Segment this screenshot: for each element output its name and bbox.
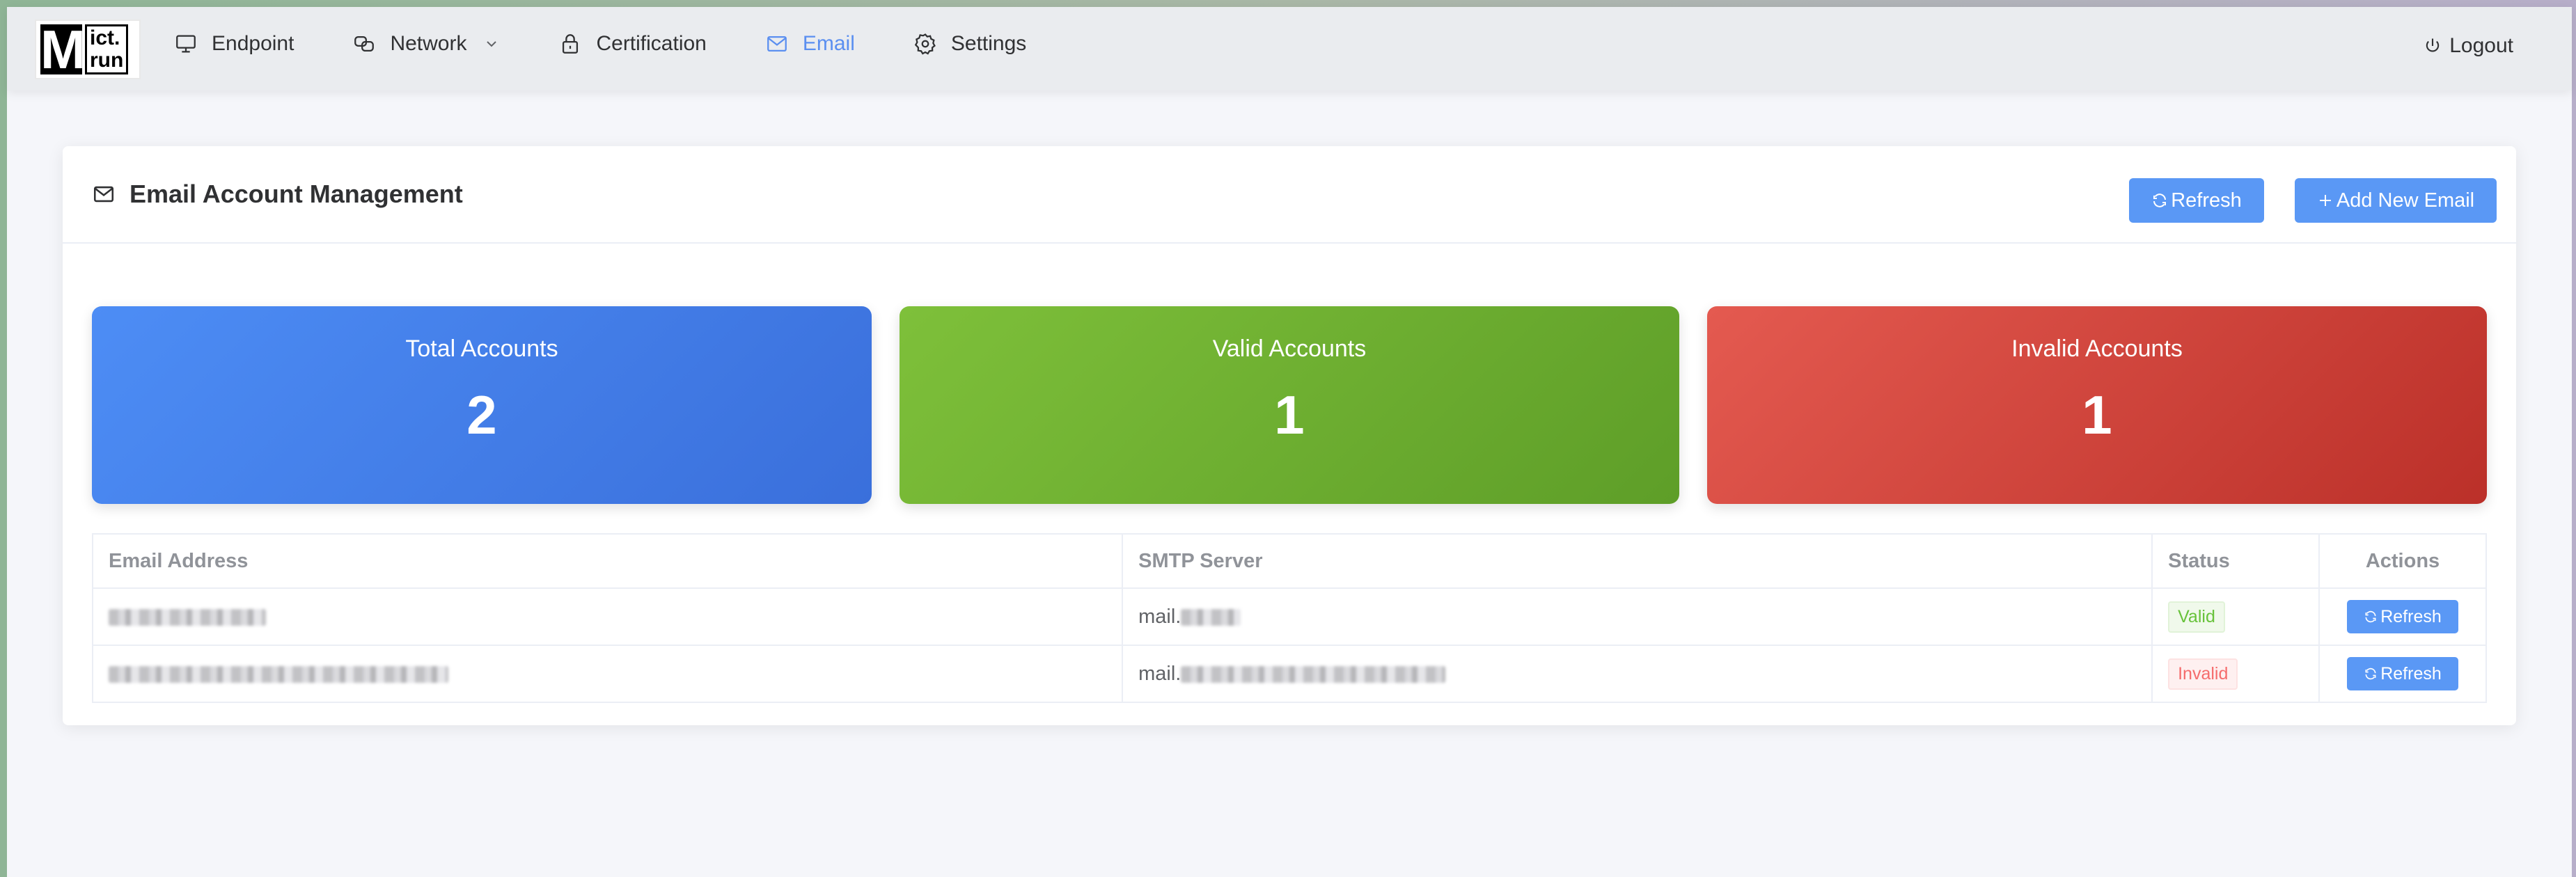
stat-value: 2: [466, 384, 497, 445]
power-icon: [2426, 38, 2440, 52]
mail-icon: [93, 186, 114, 203]
main-nav: Endpoint Network Certification Email Set…: [174, 7, 1085, 90]
network-icon: [354, 35, 375, 52]
status-cell: Valid: [2151, 587, 2320, 646]
row-refresh-button[interactable]: Refresh: [2347, 657, 2458, 690]
logout-button[interactable]: Logout: [2423, 7, 2513, 90]
table-header-row: Email Address SMTP Server Status Actions: [91, 533, 2487, 589]
logo-line-1: ict.: [90, 26, 120, 49]
refresh-label: Refresh: [2171, 189, 2242, 212]
lock-icon: [563, 34, 579, 54]
redacted-smtp: [1181, 608, 1241, 626]
table-row: mail. Valid Refresh: [91, 587, 2487, 646]
gear-icon: [914, 33, 936, 55]
add-new-email-label: Add New Email: [2336, 189, 2475, 212]
nav-item-endpoint[interactable]: Endpoint: [174, 7, 294, 90]
page-title: Email Account Management: [129, 180, 463, 208]
status-badge: Valid: [2168, 601, 2225, 633]
add-new-email-button[interactable]: Add New Email: [2295, 178, 2497, 223]
email-cell: [91, 645, 1124, 703]
smtp-cell: mail.: [1122, 587, 2153, 646]
nav-item-email[interactable]: Email: [765, 7, 855, 90]
plus-icon: [2319, 195, 2331, 206]
nav-label-endpoint: Endpoint: [212, 32, 294, 55]
stat-value: 1: [2082, 384, 2112, 445]
status-badge: Invalid: [2168, 658, 2238, 690]
stat-label: Invalid Accounts: [2011, 335, 2183, 362]
redacted-smtp: [1181, 665, 1446, 683]
column-header-email[interactable]: Email Address: [91, 533, 1124, 589]
nav-label-certification: Certification: [596, 32, 707, 55]
card-title: Email Account Management: [92, 180, 463, 209]
stat-valid-accounts: Valid Accounts 1: [900, 306, 1679, 504]
refresh-icon: [2365, 610, 2376, 623]
actions-cell: Refresh: [2318, 587, 2487, 646]
nav-item-certification[interactable]: Certification: [558, 7, 707, 90]
email-cell: [91, 587, 1124, 646]
email-management-card: Email Account Management Refresh Add New…: [63, 146, 2516, 725]
stat-label: Valid Accounts: [1212, 335, 1367, 362]
email-accounts-table: Email Address SMTP Server Status Actions…: [91, 533, 2487, 703]
app-frame: M ict. run Endpoint Network Certificatio…: [7, 7, 2572, 877]
table-row: mail. Invalid Refresh: [91, 645, 2487, 703]
redacted-email: [109, 608, 266, 626]
column-header-actions: Actions: [2318, 533, 2487, 589]
column-header-smtp[interactable]: SMTP Server: [1122, 533, 2153, 589]
stat-total-accounts: Total Accounts 2: [92, 306, 872, 504]
stat-value: 1: [1274, 384, 1305, 445]
mail-icon: [767, 35, 787, 52]
row-refresh-label: Refresh: [2380, 663, 2442, 684]
refresh-button[interactable]: Refresh: [2129, 178, 2264, 223]
chevron-down-icon: [487, 41, 497, 47]
stat-invalid-accounts: Invalid Accounts 1: [1707, 306, 2487, 504]
logo-line-2: run: [90, 49, 124, 72]
refresh-icon: [2153, 193, 2167, 207]
status-cell: Invalid: [2151, 645, 2320, 703]
row-refresh-button[interactable]: Refresh: [2347, 600, 2458, 633]
smtp-cell: mail.: [1122, 645, 2153, 703]
nav-label-email: Email: [802, 32, 855, 55]
nav-item-network[interactable]: Network: [352, 7, 500, 90]
nav-label-settings: Settings: [950, 32, 1027, 55]
nav-item-settings[interactable]: Settings: [913, 7, 1026, 90]
logout-label: Logout: [2449, 34, 2513, 57]
logo[interactable]: M ict. run: [35, 19, 141, 79]
refresh-icon: [2365, 667, 2376, 680]
stat-label: Total Accounts: [405, 335, 558, 362]
card-header: Email Account Management Refresh Add New…: [63, 146, 2516, 244]
column-header-status[interactable]: Status: [2151, 533, 2320, 589]
smtp-prefix: mail.: [1138, 605, 1181, 628]
nav-label-network: Network: [390, 32, 467, 55]
stats-row: Total Accounts 2 Valid Accounts 1 Invali…: [92, 306, 2487, 504]
row-refresh-label: Refresh: [2380, 606, 2442, 626]
smtp-prefix: mail.: [1138, 662, 1181, 685]
monitor-icon: [176, 35, 196, 53]
logo-text: ict. run: [85, 24, 129, 74]
logo-mark: M: [40, 24, 82, 74]
actions-cell: Refresh: [2318, 645, 2487, 703]
redacted-email: [109, 665, 448, 683]
top-navbar: M ict. run Endpoint Network Certificatio…: [7, 7, 2572, 90]
